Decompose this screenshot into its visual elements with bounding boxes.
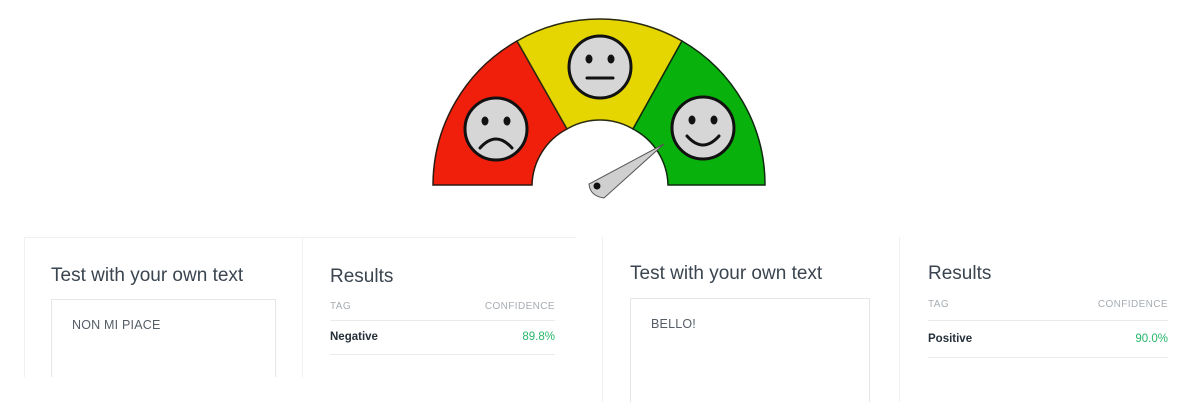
right-card-divider: [899, 237, 900, 402]
neutral-face-icon: [567, 34, 633, 100]
left-text-input[interactable]: NON MI PIACE: [51, 299, 276, 377]
left-card-top-border: [24, 237, 576, 238]
right-confidence-header: CONFIDENCE: [1097, 299, 1168, 310]
left-card-divider: [302, 237, 303, 377]
left-confidence-header: CONFIDENCE: [484, 301, 555, 312]
right-result-tag: Positive: [928, 333, 973, 345]
right-card-left-border: [602, 237, 603, 402]
left-test-title: Test with your own text: [51, 265, 244, 286]
right-row-divider: [928, 357, 1168, 358]
right-results-title: Results: [928, 263, 992, 284]
right-text-input-value: BELLO!: [651, 317, 696, 331]
left-result-tag: Negative: [330, 331, 378, 343]
left-result-confidence: 89.8%: [522, 331, 555, 343]
frown-face-icon: [463, 96, 529, 162]
left-tag-header: TAG: [330, 301, 352, 312]
right-text-input[interactable]: BELLO!: [630, 298, 870, 402]
left-header-divider: [330, 320, 555, 321]
right-result-confidence: 90.0%: [1135, 333, 1168, 345]
gauge-needle: [588, 143, 665, 199]
right-header-divider: [928, 320, 1168, 321]
sentiment-gauge: [432, 18, 766, 199]
right-tag-header: TAG: [928, 299, 950, 310]
right-test-title: Test with your own text: [630, 263, 823, 284]
left-card-left-border: [24, 237, 25, 377]
smile-face-icon: [670, 95, 736, 161]
left-results-title: Results: [330, 266, 394, 287]
left-text-input-value: NON MI PIACE: [72, 318, 161, 332]
left-row-divider: [330, 354, 555, 355]
